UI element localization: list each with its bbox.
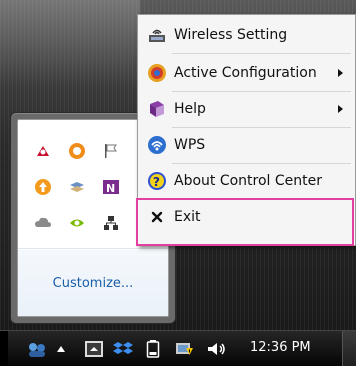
menu-item-label: Wireless Setting: [174, 27, 288, 43]
battery-icon[interactable]: [146, 340, 160, 358]
menu-separator: [172, 53, 351, 54]
volume-icon[interactable]: [206, 340, 228, 358]
taskbar: 12:36 PM: [0, 330, 356, 366]
monitor-icon[interactable]: [84, 340, 104, 358]
flag-icon[interactable]: [102, 142, 120, 160]
menu-separator: [172, 127, 351, 128]
submenu-arrow-icon: [338, 105, 343, 113]
menu-item-label: Active Configuration: [174, 65, 317, 81]
show-desktop-button[interactable]: [342, 331, 356, 366]
menu-item-wps[interactable]: WPS: [140, 131, 353, 159]
network-icon[interactable]: [102, 214, 120, 232]
adobe-reader-icon[interactable]: [34, 142, 52, 160]
menu-item-label: WPS: [174, 137, 206, 153]
stacks-icon[interactable]: [68, 178, 86, 196]
dropbox-icon[interactable]: [112, 340, 134, 358]
menu-item-wireless-setting[interactable]: Wireless Setting: [140, 21, 353, 49]
cloud-icon[interactable]: [34, 214, 52, 232]
flyout-divider: [18, 248, 168, 249]
menu-separator: [172, 91, 351, 92]
submenu-arrow-icon: [338, 69, 343, 77]
origin-icon[interactable]: [68, 142, 86, 160]
update-icon[interactable]: [34, 178, 52, 196]
menu-item-label: Help: [174, 101, 206, 117]
taskbar-left-edge: [0, 331, 8, 366]
menu-item-help[interactable]: Help: [140, 95, 353, 123]
active-configuration-icon: [146, 62, 168, 84]
taskbar-clock[interactable]: 12:36 PM: [250, 340, 311, 355]
menu-item-about-control-center[interactable]: ? About Control Center: [140, 167, 353, 195]
desktop-highlight: [0, 0, 140, 90]
onenote-icon[interactable]: N: [102, 178, 120, 196]
menu-item-label: About Control Center: [174, 173, 323, 189]
control-center-context-menu: Wireless Setting Active Configuration He…: [137, 14, 356, 246]
svg-text:N: N: [106, 182, 115, 195]
customize-label[interactable]: Customize...: [53, 276, 134, 291]
wireless-warning-icon[interactable]: [174, 340, 196, 358]
tray-icon-grid: N: [34, 142, 136, 250]
wireless-setting-icon: [146, 24, 168, 46]
svg-text:?: ?: [153, 175, 160, 189]
menu-separator: [172, 199, 351, 200]
about-icon: ?: [146, 170, 168, 192]
menu-item-label: Exit: [174, 209, 201, 225]
menu-item-exit[interactable]: Exit: [140, 203, 353, 231]
show-hidden-icons-arrow[interactable]: [54, 340, 68, 358]
wps-icon: [146, 134, 168, 156]
close-icon: [146, 206, 168, 228]
customize-link[interactable]: Customize...: [18, 250, 168, 316]
menu-separator: [172, 163, 351, 164]
network-users-icon[interactable]: [26, 340, 50, 358]
nvidia-icon[interactable]: [68, 214, 86, 232]
help-book-icon: [146, 98, 168, 120]
menu-item-active-configuration[interactable]: Active Configuration: [140, 59, 353, 87]
